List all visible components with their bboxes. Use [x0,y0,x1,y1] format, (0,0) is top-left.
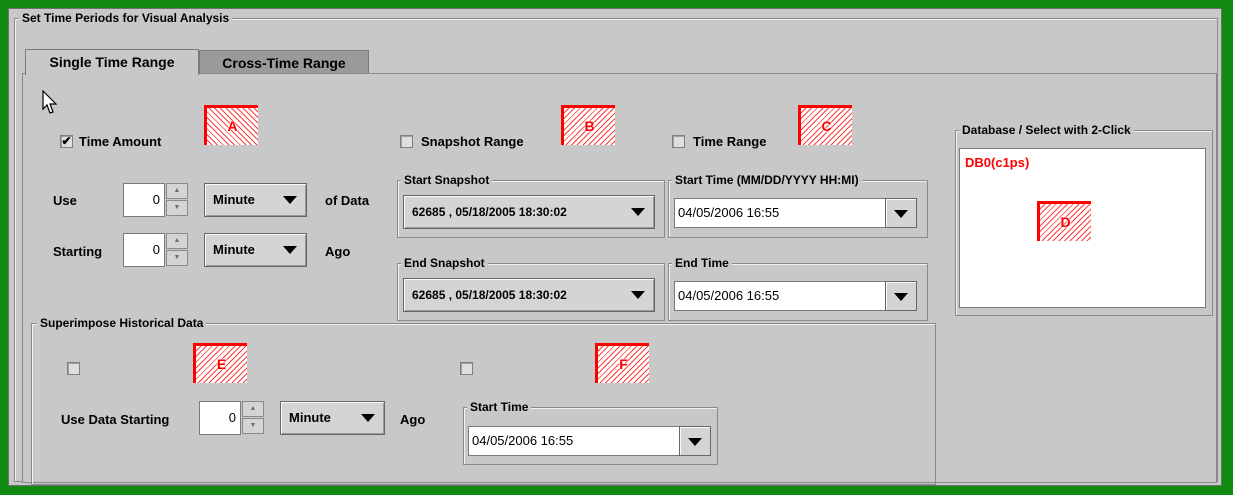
spinner-down-icon[interactable]: ▼ [242,418,264,434]
end-time-legend: End Time [672,256,732,270]
start-snapshot-legend: Start Snapshot [401,173,493,187]
use-data-starting-label: Use Data Starting [61,412,170,427]
superimpose-ago-label: Ago [400,412,426,427]
superimpose-amount-spinner[interactable]: 0 ▲ ▼ [199,401,265,435]
spinner-up-icon[interactable]: ▲ [166,183,188,199]
chevron-down-icon [688,438,702,446]
superimpose-amount-field[interactable]: 0 [199,401,241,435]
spinner-up-icon[interactable]: ▲ [242,401,264,417]
database-item-db0[interactable]: DB0(c1ps) [965,155,1029,170]
superimpose-start-time-legend: Start Time [467,400,532,414]
chevron-down-icon [894,210,908,218]
marker-b: B [561,105,615,145]
end-snapshot-legend: End Snapshot [401,256,488,270]
chevron-down-icon [631,291,645,299]
starting-unit-value: Minute [213,242,255,257]
database-legend: Database / Select with 2-Click [959,123,1134,137]
superimpose-legend: Superimpose Historical Data [37,316,207,330]
dialog-title: Set Time Periods for Visual Analysis [19,11,233,25]
dialog-frame: Set Time Periods for Visual Analysis Sin… [8,8,1222,486]
marker-d-label: D [1060,214,1071,230]
snapshot-range-label: Snapshot Range [421,134,524,149]
time-range-checkbox[interactable] [672,135,685,148]
spinner-up-icon[interactable]: ▲ [166,233,188,249]
marker-d: D [1037,201,1091,241]
end-snapshot-select[interactable]: 62685 , 05/18/2005 18:30:02 [403,278,655,312]
chevron-down-icon [283,246,297,254]
marker-f: F [595,343,649,383]
use-amount-spinner[interactable]: 0 ▲ ▼ [123,183,189,217]
marker-b-label: B [584,118,595,134]
marker-e: E [193,343,247,383]
start-time-legend: Start Time (MM/DD/YYYY HH:MI) [672,173,862,187]
marker-c: C [798,105,852,145]
tab-cross-time-range[interactable]: Cross-Time Range [199,50,369,75]
chevron-down-icon [361,414,375,422]
spinner-down-icon[interactable]: ▼ [166,250,188,266]
chevron-down-icon [894,293,908,301]
start-time-input[interactable]: 04/05/2006 16:55 [674,198,886,228]
mouse-cursor-icon [42,90,58,114]
superimpose-unit-select[interactable]: Minute [280,401,385,435]
marker-e-label: E [216,356,227,372]
chevron-down-icon [631,208,645,216]
marker-a-label: A [227,118,238,134]
marker-c-label: C [821,118,832,134]
use-amount-field[interactable]: 0 [123,183,165,217]
database-list[interactable]: DB0(c1ps) D [959,148,1206,308]
start-snapshot-value: 62685 , 05/18/2005 18:30:02 [412,205,567,219]
tab-panel: ✔ Time Amount A Use 0 ▲ ▼ Minute of Data… [22,73,1217,485]
marker-f-label: F [619,356,628,372]
superimpose-start-time-input[interactable]: 04/05/2006 16:55 [468,426,680,456]
superimpose-absolute-checkbox[interactable] [460,362,473,375]
spinner-down-icon[interactable]: ▼ [166,200,188,216]
time-amount-label: Time Amount [79,134,162,149]
starting-amount-field[interactable]: 0 [123,233,165,267]
snapshot-range-checkbox[interactable] [400,135,413,148]
tab-single-time-range[interactable]: Single Time Range [25,49,199,75]
of-data-label: of Data [325,193,370,208]
end-time-dropdown-button[interactable] [885,281,917,311]
starting-unit-select[interactable]: Minute [204,233,307,267]
ago-label: Ago [325,244,351,259]
start-snapshot-select[interactable]: 62685 , 05/18/2005 18:30:02 [403,195,655,229]
superimpose-unit-value: Minute [289,410,331,425]
marker-a: A [204,105,258,145]
superimpose-start-time-dropdown-button[interactable] [679,426,711,456]
use-label: Use [53,193,77,208]
superimpose-relative-checkbox[interactable] [67,362,80,375]
use-unit-select[interactable]: Minute [204,183,307,217]
start-time-dropdown-button[interactable] [885,198,917,228]
end-time-input[interactable]: 04/05/2006 16:55 [674,281,886,311]
starting-amount-spinner[interactable]: 0 ▲ ▼ [123,233,189,267]
time-range-label: Time Range [693,134,767,149]
starting-label: Starting [53,244,103,259]
end-snapshot-value: 62685 , 05/18/2005 18:30:02 [412,288,567,302]
time-amount-checkbox[interactable]: ✔ [60,135,73,148]
chevron-down-icon [283,196,297,204]
use-unit-value: Minute [213,192,255,207]
